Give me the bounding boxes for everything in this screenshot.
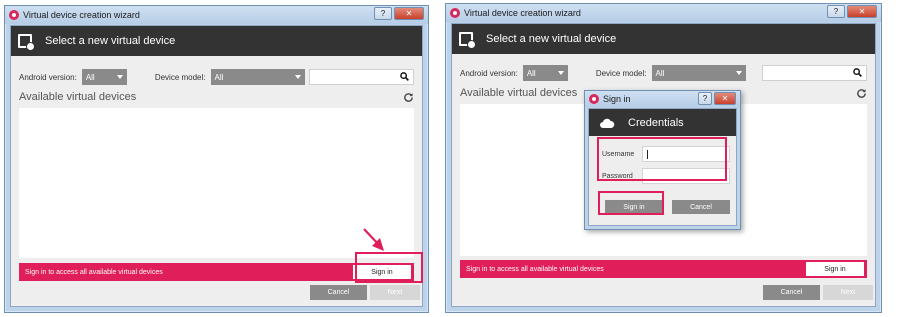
window-title: Virtual device creation wizard	[464, 8, 581, 18]
app-logo-icon	[589, 94, 599, 104]
next-button[interactable]: Next	[370, 285, 420, 300]
signin-button[interactable]: Sign in	[806, 262, 864, 276]
dialog-title: Sign in	[603, 94, 631, 104]
title-bar: Virtual device creation wizard ? ✕	[5, 6, 428, 24]
credentials-highlight	[597, 137, 727, 181]
device-model-label: Device model:	[154, 72, 206, 82]
android-version-select[interactable]: All	[522, 65, 568, 81]
next-button[interactable]: Next	[823, 285, 873, 300]
page-title: Select a new virtual device	[45, 35, 176, 47]
close-button[interactable]: ✕	[394, 7, 424, 20]
device-model-select[interactable]: All	[210, 69, 305, 85]
filter-row: Android version: All Device model: All	[460, 64, 867, 82]
dialog-signin-highlight	[598, 191, 664, 215]
page-title: Select a new virtual device	[486, 33, 617, 45]
chevron-down-icon	[557, 71, 564, 75]
dialog-title-bar: Sign in ? ✕	[585, 91, 740, 107]
screenshot-composite: Virtual device creation wizard ? ✕ Selec…	[0, 0, 911, 317]
search-icon	[853, 68, 862, 77]
section-title: Available virtual devices	[460, 87, 578, 99]
section-title: Available virtual devices	[19, 91, 137, 103]
refresh-icon[interactable]	[856, 88, 867, 99]
title-bar: Virtual device creation wizard ? ✕	[446, 4, 881, 22]
signin-message: Sign in to access all available virtual …	[466, 265, 604, 273]
wizard-header: Select a new virtual device	[452, 24, 875, 54]
android-version-label: Android version:	[19, 72, 77, 82]
app-logo-icon	[9, 10, 19, 20]
window-title: Virtual device creation wizard	[23, 10, 140, 20]
close-button[interactable]: ✕	[714, 92, 736, 105]
chevron-down-icon	[735, 71, 742, 75]
filter-row: Android version: All Device model: All	[19, 68, 414, 86]
chevron-down-icon	[116, 75, 123, 79]
cloud-icon	[600, 118, 615, 128]
device-list[interactable]	[19, 108, 414, 258]
android-version-value: All	[526, 68, 536, 78]
device-model-label: Device model:	[595, 68, 647, 78]
help-button[interactable]: ?	[698, 92, 712, 105]
help-button[interactable]: ?	[374, 7, 392, 20]
android-version-label: Android version:	[460, 68, 518, 78]
help-button[interactable]: ?	[827, 5, 845, 18]
device-model-select[interactable]: All	[651, 65, 746, 81]
dialog-heading: Credentials	[628, 116, 684, 129]
app-logo-icon	[450, 8, 460, 18]
wizard-header: Select a new virtual device	[11, 26, 422, 56]
dialog-header: Credentials	[589, 109, 736, 136]
refresh-icon[interactable]	[403, 92, 414, 103]
signin-highlight	[355, 252, 423, 283]
chevron-down-icon	[294, 75, 301, 79]
device-add-icon	[459, 32, 476, 49]
cancel-button[interactable]: Cancel	[310, 285, 367, 300]
dialog-cancel-button[interactable]: Cancel	[672, 200, 730, 214]
search-input[interactable]	[762, 65, 867, 81]
device-model-value: All	[214, 72, 224, 82]
cancel-button[interactable]: Cancel	[763, 285, 820, 300]
android-version-value: All	[85, 72, 95, 82]
signin-banner: Sign in to access all available virtual …	[460, 260, 867, 278]
search-input[interactable]	[309, 69, 414, 85]
close-button[interactable]: ✕	[847, 5, 877, 18]
android-version-select[interactable]: All	[81, 69, 127, 85]
search-icon	[400, 72, 409, 81]
signin-message: Sign in to access all available virtual …	[25, 268, 163, 276]
device-add-icon	[18, 34, 35, 51]
arrow-icon	[363, 228, 384, 251]
device-model-value: All	[655, 68, 665, 78]
